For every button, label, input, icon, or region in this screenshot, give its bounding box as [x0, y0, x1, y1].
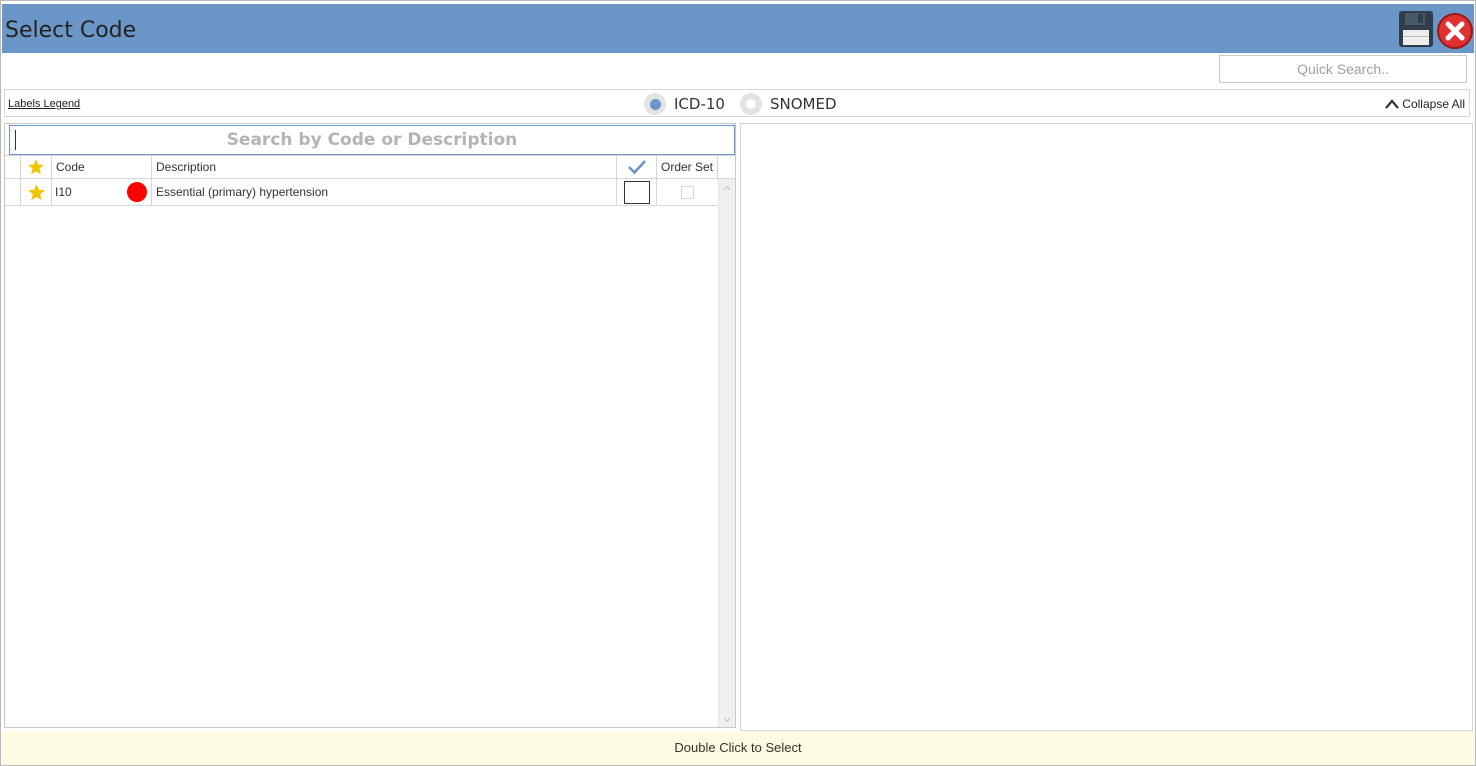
code-column-header[interactable]: Code: [52, 156, 152, 178]
select-checkbox[interactable]: [623, 180, 650, 204]
row-indicator-header: [5, 156, 21, 178]
favorite-toggle[interactable]: [21, 179, 52, 205]
description-value: Essential (primary) hypertension: [156, 185, 329, 199]
radio-unselected-icon: [740, 93, 762, 115]
description-cell: Essential (primary) hypertension: [152, 179, 617, 205]
radio-icd10[interactable]: ICD-10: [644, 92, 725, 116]
quick-search-input[interactable]: [1219, 55, 1467, 83]
radio-snomed-label: SNOMED: [770, 95, 837, 113]
select-cell: [617, 179, 657, 205]
scroll-down-icon[interactable]: [723, 717, 731, 723]
radio-icd10-label: ICD-10: [674, 95, 725, 113]
checkmark-icon: [627, 160, 646, 175]
window-title: Select Code: [5, 18, 137, 43]
title-bar: Select Code: [2, 4, 1474, 53]
vertical-scrollbar[interactable]: [718, 179, 735, 727]
grid-header: Code Description Order Set: [5, 155, 735, 179]
code-search-input[interactable]: [9, 125, 735, 155]
close-circle-icon: [1437, 13, 1473, 49]
status-indicator-icon: [127, 182, 147, 202]
radio-snomed[interactable]: SNOMED: [740, 92, 837, 116]
description-column-label: Description: [156, 160, 217, 174]
chevron-up-icon: [1385, 99, 1400, 109]
save-button[interactable]: [1398, 10, 1434, 48]
code-value: I10: [55, 185, 72, 199]
order-set-column-header[interactable]: Order Set: [657, 156, 718, 178]
collapse-all-button[interactable]: Collapse All: [1384, 97, 1465, 111]
row-indicator: [5, 179, 21, 205]
code-cell: I10: [52, 179, 152, 205]
favorite-column-header[interactable]: [21, 156, 52, 178]
star-icon: [28, 159, 44, 175]
order-set-cell: [657, 179, 718, 205]
description-column-header[interactable]: Description: [152, 156, 617, 178]
collapse-all-label: Collapse All: [1402, 97, 1465, 111]
scroll-up-icon[interactable]: [723, 185, 731, 191]
code-grid-panel: Code Description Order Set I10 Essential…: [4, 123, 736, 728]
code-column-label: Code: [56, 160, 85, 174]
labels-legend-link[interactable]: Labels Legend: [8, 98, 80, 110]
status-bar-text: Double Click to Select: [674, 740, 802, 755]
status-bar: Double Click to Select: [2, 731, 1474, 765]
radio-selected-icon: [644, 93, 666, 115]
star-icon: [27, 183, 45, 200]
order-set-column-label: Order Set: [660, 160, 714, 174]
order-set-checkbox[interactable]: [681, 185, 694, 199]
selected-column-header[interactable]: [617, 156, 657, 178]
code-toolbar: Labels Legend ICD-10 SNOMED Collapse All: [4, 89, 1470, 117]
close-button[interactable]: [1436, 12, 1474, 50]
table-row[interactable]: I10 Essential (primary) hypertension: [5, 179, 718, 206]
details-panel: [740, 123, 1473, 731]
text-cursor: [15, 130, 16, 150]
floppy-disk-icon: [1399, 11, 1433, 47]
